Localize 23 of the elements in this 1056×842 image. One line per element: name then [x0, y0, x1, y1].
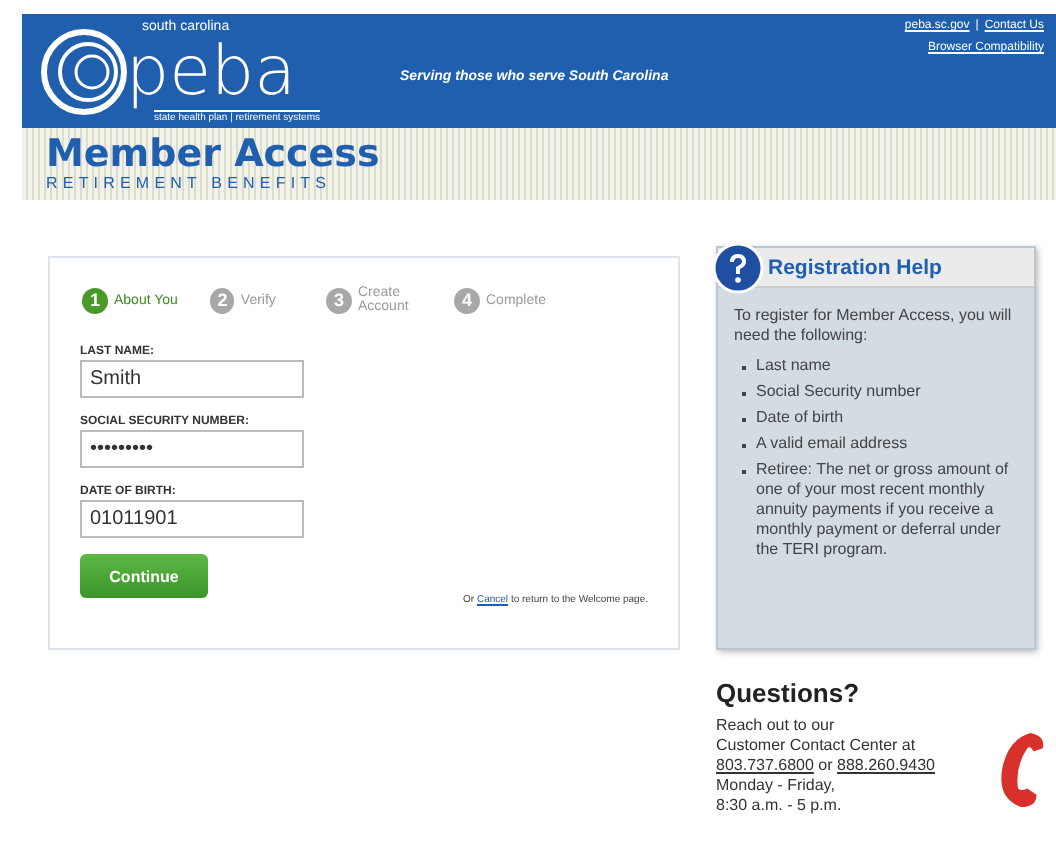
page-subtitle: RETIREMENT BENEFITS: [46, 174, 334, 194]
requirement-item: Retiree: The net or gross amount of one of your most recent monthly annuity payments if you receive a monthly payment or deferral under the TERI program.: [756, 460, 1011, 560]
contact-text: Reach out to our Customer Contact Center at 803.737.6800 or 888.260.9430 Monday - Friday, 8:30 a.m. - 5 p.m.: [716, 716, 935, 816]
logo-wordmark: peba: [126, 33, 298, 109]
input-field[interactable]: 01011901: [80, 500, 304, 538]
step-number: 2: [210, 287, 235, 313]
requirement-item: Social Security number: [756, 382, 921, 402]
phone-link[interactable]: 888.260.9430: [837, 756, 935, 774]
requirement-item: Last name: [756, 356, 831, 376]
phone-link[interactable]: 803.737.6800: [716, 756, 814, 774]
requirement-item: A valid email address: [756, 434, 908, 454]
step-number: 4: [454, 287, 480, 313]
page-title: Member Access: [46, 136, 382, 174]
requirement-item: Date of birth: [756, 408, 844, 428]
help-title: Registration Help: [768, 255, 942, 279]
step-number: 3: [326, 287, 352, 313]
questions-title: Questions?: [716, 678, 862, 708]
question-icon: [712, 242, 764, 294]
step-number: 1: [82, 287, 108, 313]
input-field[interactable]: •••••••••: [80, 430, 304, 468]
swirl-logo-icon: [38, 25, 130, 117]
input-field[interactable]: Smith: [80, 360, 304, 398]
help-intro: To register for Member Access, you will need the following:: [734, 306, 1014, 346]
